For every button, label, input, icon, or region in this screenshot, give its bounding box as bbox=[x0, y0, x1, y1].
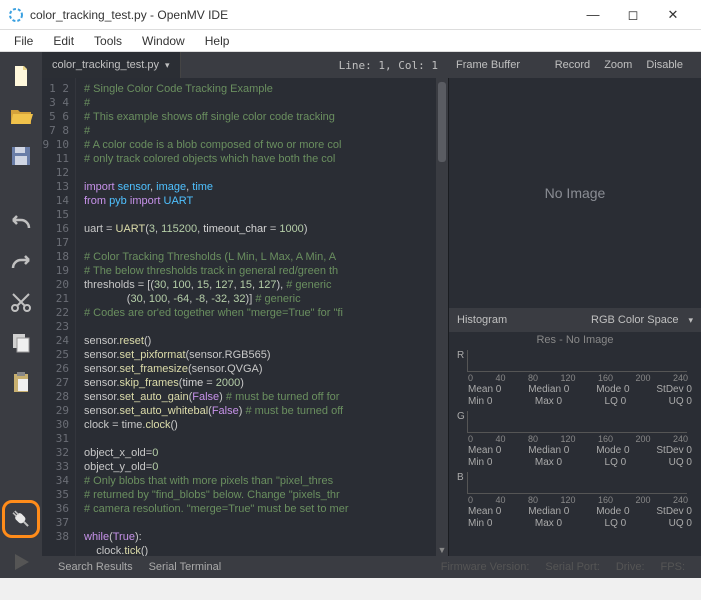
disable-button[interactable]: Disable bbox=[646, 59, 683, 71]
cursor-position: Line: 1, Col: 1 bbox=[329, 59, 448, 72]
editor-tab-bar: color_tracking_test.py ▾ Line: 1, Col: 1 bbox=[42, 52, 448, 78]
channel-r: R04080120160200240Mean 0Median 0Mode 0St… bbox=[457, 350, 693, 407]
cut-icon[interactable] bbox=[5, 286, 37, 318]
menu-file[interactable]: File bbox=[4, 32, 43, 50]
editor-area: 1 2 3 4 5 6 7 8 9 10 11 12 13 14 15 16 1… bbox=[42, 78, 701, 556]
paste-icon[interactable] bbox=[5, 366, 37, 398]
fps-label: FPS: bbox=[653, 561, 693, 573]
record-button[interactable]: Record bbox=[555, 59, 590, 71]
serial-port: Serial Port: bbox=[537, 561, 607, 573]
resolution-label: Res - No Image bbox=[449, 332, 701, 348]
menu-help[interactable]: Help bbox=[195, 32, 240, 50]
channel-b: B04080120160200240Mean 0Median 0Mode 0St… bbox=[457, 472, 693, 529]
connect-icon[interactable] bbox=[2, 500, 40, 538]
new-file-icon[interactable] bbox=[5, 60, 37, 92]
run-icon[interactable] bbox=[5, 546, 37, 578]
right-pane: No Image Histogram RGB Color Space ▾ Res… bbox=[448, 78, 701, 556]
zoom-button[interactable]: Zoom bbox=[604, 59, 632, 71]
main-area: color_tracking_test.py ▾ Line: 1, Col: 1… bbox=[42, 52, 701, 578]
chevron-down-icon[interactable]: ▾ bbox=[688, 315, 693, 326]
histogram-header: Histogram RGB Color Space ▾ bbox=[449, 308, 701, 332]
histogram-label: Histogram bbox=[457, 314, 507, 326]
redo-icon[interactable] bbox=[5, 246, 37, 278]
histogram-channels: R04080120160200240Mean 0Median 0Mode 0St… bbox=[449, 348, 701, 556]
menu-window[interactable]: Window bbox=[132, 32, 195, 50]
status-bar: Search Results Serial Terminal Firmware … bbox=[42, 556, 701, 578]
chevron-down-icon: ▾ bbox=[165, 60, 170, 71]
tab-label: color_tracking_test.py bbox=[52, 59, 159, 71]
copy-icon[interactable] bbox=[5, 326, 37, 358]
close-button[interactable]: ✕ bbox=[653, 1, 693, 29]
maximize-button[interactable]: ◻ bbox=[613, 1, 653, 29]
search-results-tab[interactable]: Search Results bbox=[50, 561, 141, 573]
drive-label: Drive: bbox=[608, 561, 653, 573]
menu-edit[interactable]: Edit bbox=[43, 32, 84, 50]
frame-buffer-header: Frame Buffer Record Zoom Disable bbox=[448, 52, 701, 78]
channel-g: G04080120160200240Mean 0Median 0Mode 0St… bbox=[457, 411, 693, 468]
line-gutter: 1 2 3 4 5 6 7 8 9 10 11 12 13 14 15 16 1… bbox=[42, 78, 76, 556]
frame-buffer-label: Frame Buffer bbox=[456, 59, 520, 71]
menu-tools[interactable]: Tools bbox=[84, 32, 132, 50]
no-image-label: No Image bbox=[545, 185, 606, 201]
minimize-button[interactable]: — bbox=[573, 1, 613, 29]
window-title: color_tracking_test.py - OpenMV IDE bbox=[30, 8, 573, 22]
menu-bar: File Edit Tools Window Help bbox=[0, 30, 701, 52]
vertical-scrollbar[interactable]: ▲ ▼ bbox=[436, 78, 448, 556]
editor-tab[interactable]: color_tracking_test.py ▾ bbox=[42, 52, 181, 78]
open-folder-icon[interactable] bbox=[5, 100, 37, 132]
title-bar: color_tracking_test.py - OpenMV IDE — ◻ … bbox=[0, 0, 701, 30]
scroll-down-icon[interactable]: ▼ bbox=[436, 544, 448, 556]
serial-terminal-tab[interactable]: Serial Terminal bbox=[141, 561, 230, 573]
firmware-version: Firmware Version: bbox=[433, 561, 538, 573]
save-icon[interactable] bbox=[5, 140, 37, 172]
colorspace-selector[interactable]: RGB Color Space bbox=[591, 314, 678, 326]
undo-icon[interactable] bbox=[5, 206, 37, 238]
code-content[interactable]: # Single Color Code Tracking Example## T… bbox=[76, 78, 436, 556]
code-editor[interactable]: 1 2 3 4 5 6 7 8 9 10 11 12 13 14 15 16 1… bbox=[42, 78, 448, 556]
scrollbar-thumb[interactable] bbox=[438, 82, 446, 162]
left-toolbar bbox=[0, 52, 42, 578]
frame-buffer-view: No Image bbox=[449, 78, 701, 308]
ide-body: color_tracking_test.py ▾ Line: 1, Col: 1… bbox=[0, 52, 701, 578]
app-icon bbox=[8, 7, 24, 23]
